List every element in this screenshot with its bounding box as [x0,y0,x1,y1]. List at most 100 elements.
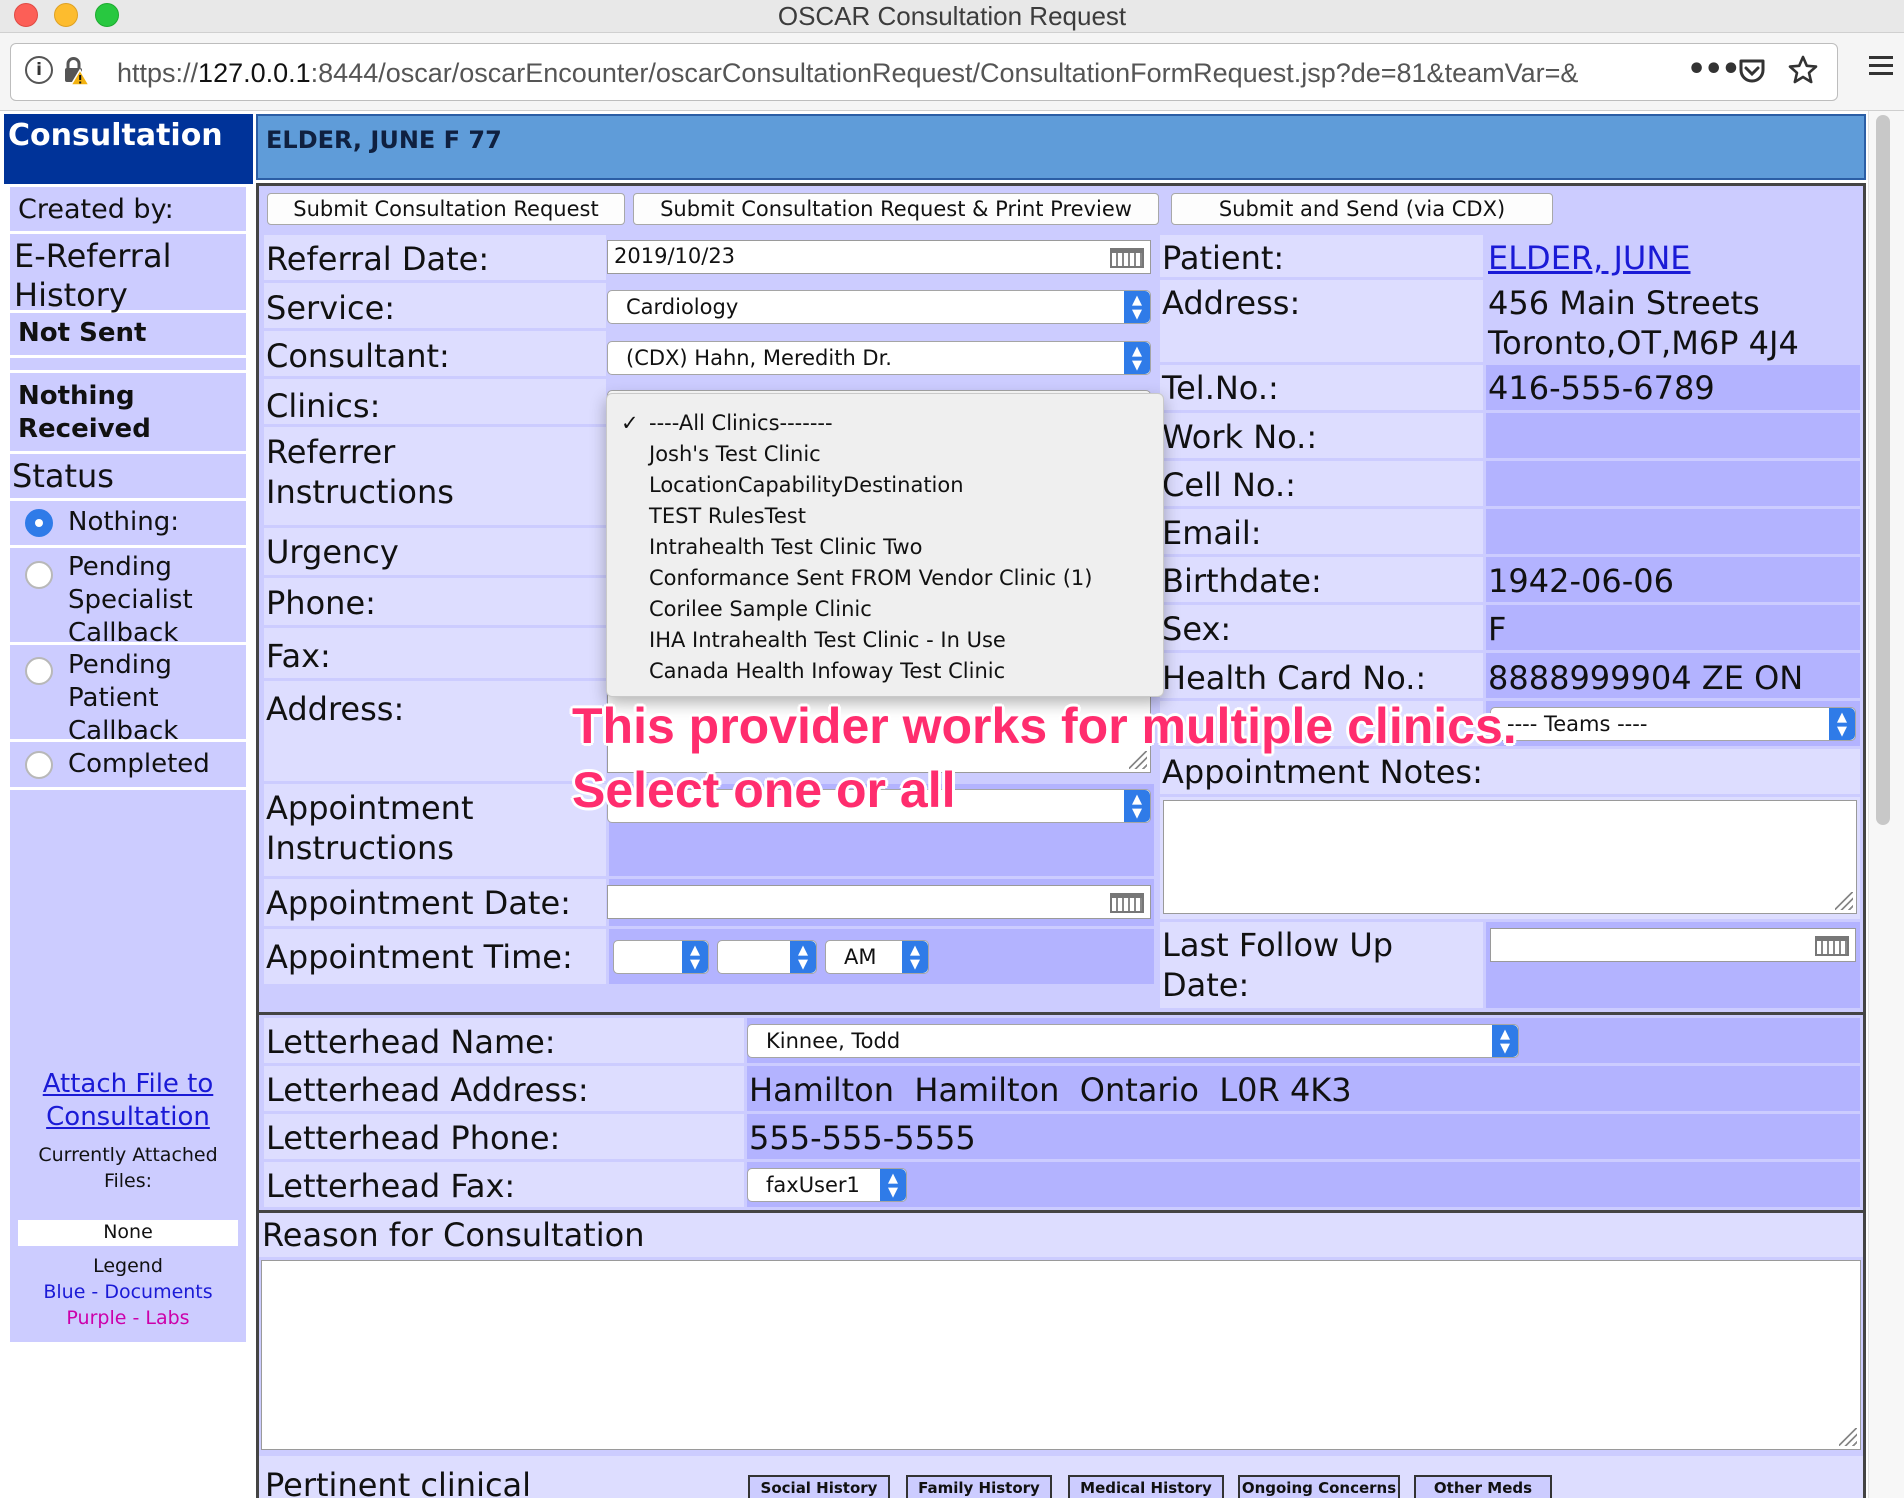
ereferral-history-cell[interactable]: E-Referral History [10,234,246,314]
appt-date-input[interactable] [607,885,1151,919]
attach-file-link-line2[interactable]: Consultation [10,1102,246,1132]
last-followup-line2: Date: [1162,966,1250,1004]
appt-minute-select[interactable]: ▲ ▼ [717,940,817,974]
status-radio-pending-specialist[interactable] [25,561,53,589]
nav-header: Consultation [4,114,253,184]
fax-label-cell: Fax: [264,628,606,678]
select-arrows-icon: ▲ ▼ [790,941,816,973]
letterhead-phone-label-cell: Letterhead Phone: [264,1114,744,1159]
appt-notes-label: Appointment Notes: [1162,753,1483,791]
status-option-label: Pending [68,552,172,582]
url-path: :8444/oscar/oscarEncounter/oscarConsulta… [310,58,1579,88]
nav-header-title: Consultation [8,118,223,153]
cell-value-cell [1486,461,1860,506]
more-horizontal-icon[interactable]: ••• [1687,52,1741,87]
legend-blue: Blue - Documents [43,1281,213,1303]
sex-label-cell: Sex: [1160,605,1483,650]
work-label: Work No.: [1162,418,1318,456]
appt-ampm-select[interactable]: AM ▲ ▼ [825,940,929,974]
url-bar[interactable]: i https://127.0.0.1:8444/oscar/oscarEnco… [10,43,1838,101]
status-radio-nothing[interactable] [25,509,53,537]
reason-textarea[interactable] [261,1260,1861,1450]
letterhead-fax-label-cell: Letterhead Fax: [264,1162,744,1207]
appt-hour-select[interactable]: ▲ ▼ [613,940,709,974]
info-icon[interactable]: i [25,56,53,84]
insecure-lock-icon[interactable] [61,56,91,86]
medical-history-button[interactable]: Medical History [1068,1475,1224,1498]
social-history-button[interactable]: Social History [748,1475,890,1498]
page-scrollbar[interactable] [1868,111,1904,1498]
star-icon[interactable] [1787,54,1819,90]
clinic-option[interactable]: Conformance Sent FROM Vendor Clinic (1) [649,566,1092,590]
clinic-option[interactable]: TEST RulesTest [649,504,806,528]
calendar-icon[interactable] [1815,936,1849,956]
service-select[interactable]: Cardiology ▲ ▼ [607,290,1151,324]
letterhead-name-select[interactable]: Kinnee, Todd ▲ ▼ [747,1024,1519,1058]
status-radio-completed[interactable] [25,751,53,779]
clinic-option[interactable]: Intrahealth Test Clinic Two [649,535,923,559]
submit-consultation-button[interactable]: Submit Consultation Request [267,193,625,225]
clinic-option[interactable]: Corilee Sample Clinic [649,597,872,621]
clinic-option[interactable]: ----All Clinics------- [649,411,833,435]
ongoing-concerns-button[interactable]: Ongoing Concerns [1238,1475,1400,1498]
clinic-option[interactable]: IHA Intrahealth Test Clinic - In Use [649,628,1006,652]
calendar-icon[interactable] [1110,248,1144,268]
pocket-icon[interactable] [1737,56,1767,90]
nothing-received-line2: Received [18,414,151,444]
patient-address-label: Address: [1162,284,1301,322]
submit-send-cdx-button[interactable]: Submit and Send (via CDX) [1171,193,1553,225]
letterhead-fax-value: faxUser1 [766,1173,860,1197]
work-label-cell: Work No.: [1160,413,1483,458]
last-followup-input[interactable] [1490,928,1856,962]
tel-label-cell: Tel.No.: [1160,365,1483,410]
url-text[interactable]: https://127.0.0.1:8444/oscar/oscarEncoun… [117,58,1677,89]
select-arrows-icon: ▲ ▼ [902,941,928,973]
appt-notes-textarea[interactable] [1163,800,1857,914]
created-by-label: Created by: [18,194,174,225]
other-meds-button[interactable]: Other Meds [1414,1475,1552,1498]
letterhead-phone-value: 555-555-5555 [749,1119,976,1157]
status-option-pending-patient[interactable]: Pending Patient Callback [10,645,246,746]
currently-attached-label: Currently Attached [38,1144,218,1166]
status-option-label: Nothing: [68,507,179,537]
consultant-value: (CDX) Hahn, Meredith Dr. [626,346,892,370]
reason-label-cell: Reason for Consultation [259,1213,1863,1257]
select-arrows-icon: ▲ ▼ [1124,342,1150,374]
clinic-option[interactable]: Canada Health Infoway Test Clinic [649,659,1005,683]
email-label-cell: Email: [1160,509,1483,554]
status-option-label: Callback [68,618,179,648]
health-card-label-cell: Health Card No.: [1160,653,1483,698]
family-history-button[interactable]: Family History [906,1475,1052,1498]
attach-file-link[interactable]: Attach File to [10,1069,246,1099]
attachments-cell: Attach File to Consultation Currently At… [10,790,246,1342]
letterhead-fax-select[interactable]: faxUser1 ▲ ▼ [747,1168,907,1202]
selected-check-icon: ✓ [621,411,639,435]
clinics-dropdown-menu[interactable]: ✓ ----All Clinics------- Josh's Test Cli… [606,393,1164,697]
clinic-option[interactable]: LocationCapabilityDestination [649,473,964,497]
clinics-label: Clinics: [266,387,381,425]
status-option-completed[interactable]: Completed [10,742,246,787]
clinic-option[interactable]: Josh's Test Clinic [649,442,821,466]
appt-ampm-value: AM [844,945,877,969]
hamburger-icon[interactable] [1868,53,1894,83]
scrollbar-thumb[interactable] [1876,115,1890,825]
status-option-pending-specialist[interactable]: Pending Specialist Callback [10,548,246,648]
ereferral-history-line2: History [14,276,128,314]
referral-date-input[interactable]: 2019/10/23 [607,240,1151,274]
patient-name-link[interactable]: ELDER, JUNE [1488,239,1691,277]
address-label: Address: [266,690,405,728]
teams-select[interactable]: ---- Teams ---- ▲ ▼ [1490,707,1856,741]
appt-time-label: Appointment Time: [266,938,573,976]
annotation-line2: Select one or all [572,762,956,818]
status-radio-pending-patient[interactable] [25,657,53,685]
tel-label: Tel.No.: [1162,369,1279,407]
submit-print-preview-button[interactable]: Submit Consultation Request & Print Prev… [633,193,1159,225]
patient-name-cell: ELDER, JUNE [1486,235,1860,277]
status-option-nothing[interactable]: Nothing: [10,501,246,545]
nothing-received-line1: Nothing [18,381,135,411]
calendar-icon[interactable] [1110,893,1144,913]
resize-grip-icon[interactable] [1839,1428,1857,1446]
letterhead-fax-label: Letterhead Fax: [266,1167,516,1205]
consultant-select[interactable]: (CDX) Hahn, Meredith Dr. ▲ ▼ [607,341,1151,375]
resize-grip-icon[interactable] [1835,892,1853,910]
